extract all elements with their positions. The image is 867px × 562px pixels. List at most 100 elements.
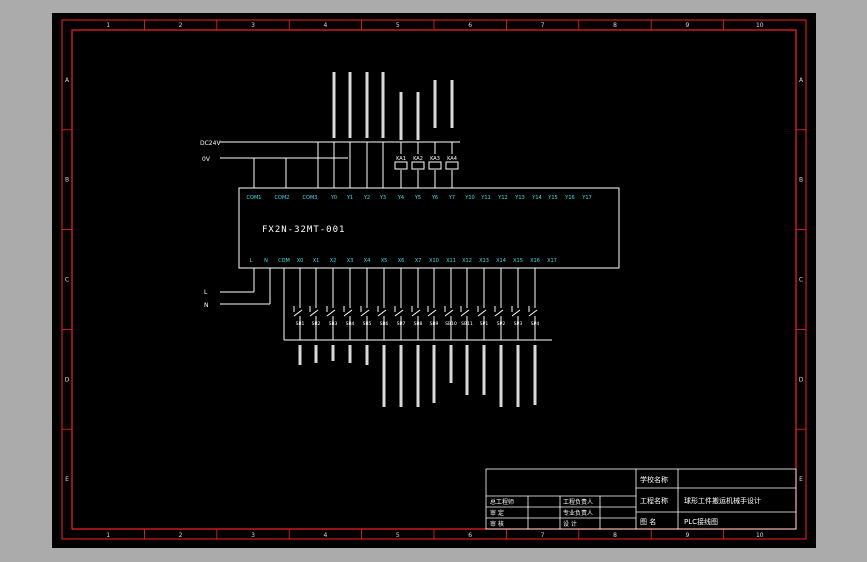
grid-col-bottom-1: 1 — [106, 532, 110, 539]
relay-label-ka2: KA2 — [413, 156, 423, 162]
plc-terminal-y11: Y11 — [480, 195, 490, 201]
grid-row-right-E: E — [799, 476, 803, 483]
grid-row-D: D — [65, 376, 70, 383]
relay-label-ka1: KA1 — [396, 156, 406, 162]
grid-col-bottom-9: 9 — [685, 532, 689, 539]
relay-load-annotation — [399, 92, 403, 140]
grid-row-right-D: D — [799, 376, 804, 383]
neutral-label: N — [204, 302, 209, 309]
plc-terminal-x15: X15 — [513, 258, 523, 264]
grid-col-10: 10 — [756, 22, 764, 29]
grid-col-bottom-8: 8 — [613, 532, 617, 539]
plc-terminal-y5: Y5 — [414, 195, 421, 201]
grid-col-bottom-4: 4 — [323, 532, 327, 539]
relay-label-ka3: KA3 — [430, 156, 440, 162]
plc-terminal-y10: Y10 — [464, 195, 474, 201]
discipline-lead-label: 专业负责人 — [563, 509, 593, 517]
input-function-annotation — [365, 345, 369, 365]
grid-row-right-C: C — [799, 277, 803, 284]
project-manager-label: 工程负责人 — [563, 498, 593, 506]
grid-col-bottom-3: 3 — [251, 532, 255, 539]
plc-terminal-com1: COM1 — [247, 195, 262, 201]
grid-col-bottom-10: 10 — [756, 532, 764, 539]
grid-col-bottom-7: 7 — [541, 532, 545, 539]
input-function-annotation — [416, 345, 420, 407]
input-function-annotation — [499, 345, 503, 407]
plc-terminal-x0: X0 — [297, 258, 304, 264]
input-function-annotation — [465, 345, 469, 395]
grid-col-bottom-2: 2 — [179, 532, 183, 539]
plc-model-label: FX2N-32MT-001 — [262, 225, 345, 235]
plc-terminal-x4: X4 — [364, 258, 371, 264]
plc-terminal-x10: X10 — [429, 258, 439, 264]
plc-terminal-x11: X11 — [446, 258, 456, 264]
zero-v-label: 0V — [202, 156, 211, 163]
plc-terminal-l: L — [250, 258, 253, 264]
input-function-annotation — [432, 345, 436, 403]
output-load-annotation — [381, 72, 385, 138]
grid-col-bottom-5: 5 — [396, 532, 400, 539]
plc-terminal-x3: X3 — [347, 258, 354, 264]
plc-terminal-x14: X14 — [496, 258, 506, 264]
input-function-annotation — [399, 345, 403, 407]
grid-col-9: 9 — [685, 22, 689, 29]
relay-load-annotation — [416, 92, 420, 140]
grid-row-right-B: B — [799, 177, 803, 184]
plc-terminal-y15: Y15 — [547, 195, 557, 201]
plc-terminal-com3: COM3 — [303, 195, 318, 201]
relay-load-annotation — [450, 80, 454, 128]
grid-col-3: 3 — [251, 22, 255, 29]
grid-col-6: 6 — [468, 22, 472, 29]
project-name-value: 球形工件搬运机械手设计 — [684, 496, 761, 505]
input-function-annotation — [516, 345, 520, 407]
plc-terminal-x7: X7 — [415, 258, 422, 264]
output-load-annotation — [365, 72, 369, 138]
plc-terminal-y2: Y2 — [363, 195, 370, 201]
grid-row-C: C — [65, 277, 69, 284]
cad-drawing-canvas: 1 2 3 4 5 6 7 8 9 10 1 2 3 4 5 6 7 8 9 10 ABCDE ABCDE DC24… — [52, 13, 816, 548]
plc-terminal-n: N — [264, 258, 268, 264]
plc-terminal-y14: Y14 — [531, 195, 541, 201]
plc-terminal-x2: X2 — [330, 258, 337, 264]
plc-terminal-x16: X16 — [530, 258, 540, 264]
plc-terminal-x6: X6 — [398, 258, 405, 264]
plc-terminal-com2: COM2 — [275, 195, 290, 201]
approval-label: 审 定 — [490, 509, 504, 517]
plc-terminal-y3: Y3 — [379, 195, 386, 201]
grid-col-1: 1 — [106, 22, 110, 29]
plc-terminal-com: COM — [278, 258, 290, 264]
plc-terminal-x12: X12 — [462, 258, 472, 264]
input-function-annotation — [348, 345, 352, 363]
grid-col-8: 8 — [613, 22, 617, 29]
dc24v-label: DC24V — [200, 140, 221, 147]
input-function-annotation — [314, 345, 318, 363]
plc-terminal-y4: Y4 — [397, 195, 404, 201]
grid-col-7: 7 — [541, 22, 545, 29]
plc-terminal-x1: X1 — [313, 258, 320, 264]
drawing-name-value: PLC接线图 — [684, 517, 718, 526]
input-function-annotation — [482, 345, 486, 395]
plc-terminal-x13: X13 — [479, 258, 489, 264]
grid-row-E: E — [65, 476, 69, 483]
plc-terminal-x5: X5 — [381, 258, 388, 264]
plc-terminal-y12: Y12 — [497, 195, 507, 201]
chief-engineer-label: 总工程师 — [490, 498, 514, 506]
school-name-label: 学校名称 — [640, 475, 668, 484]
input-function-annotation — [331, 345, 335, 361]
plc-terminal-y6: Y6 — [431, 195, 438, 201]
review-label: 审 核 — [490, 520, 504, 528]
input-function-annotation — [298, 345, 302, 365]
output-load-annotation — [348, 72, 352, 138]
plc-terminal-y7: Y7 — [448, 195, 455, 201]
output-load-annotation — [332, 72, 336, 138]
project-name-label: 工程名称 — [640, 496, 668, 505]
plc-terminal-y1: Y1 — [346, 195, 353, 201]
input-function-annotation — [449, 345, 453, 383]
input-function-annotation — [382, 345, 386, 407]
relay-label-ka4: KA4 — [447, 156, 457, 162]
plc-terminal-y16: Y16 — [564, 195, 574, 201]
grid-row-B: B — [65, 177, 69, 184]
design-label: 设 计 — [563, 520, 577, 528]
relay-load-annotation — [433, 80, 437, 128]
plc-terminal-x17: X17 — [547, 258, 557, 264]
